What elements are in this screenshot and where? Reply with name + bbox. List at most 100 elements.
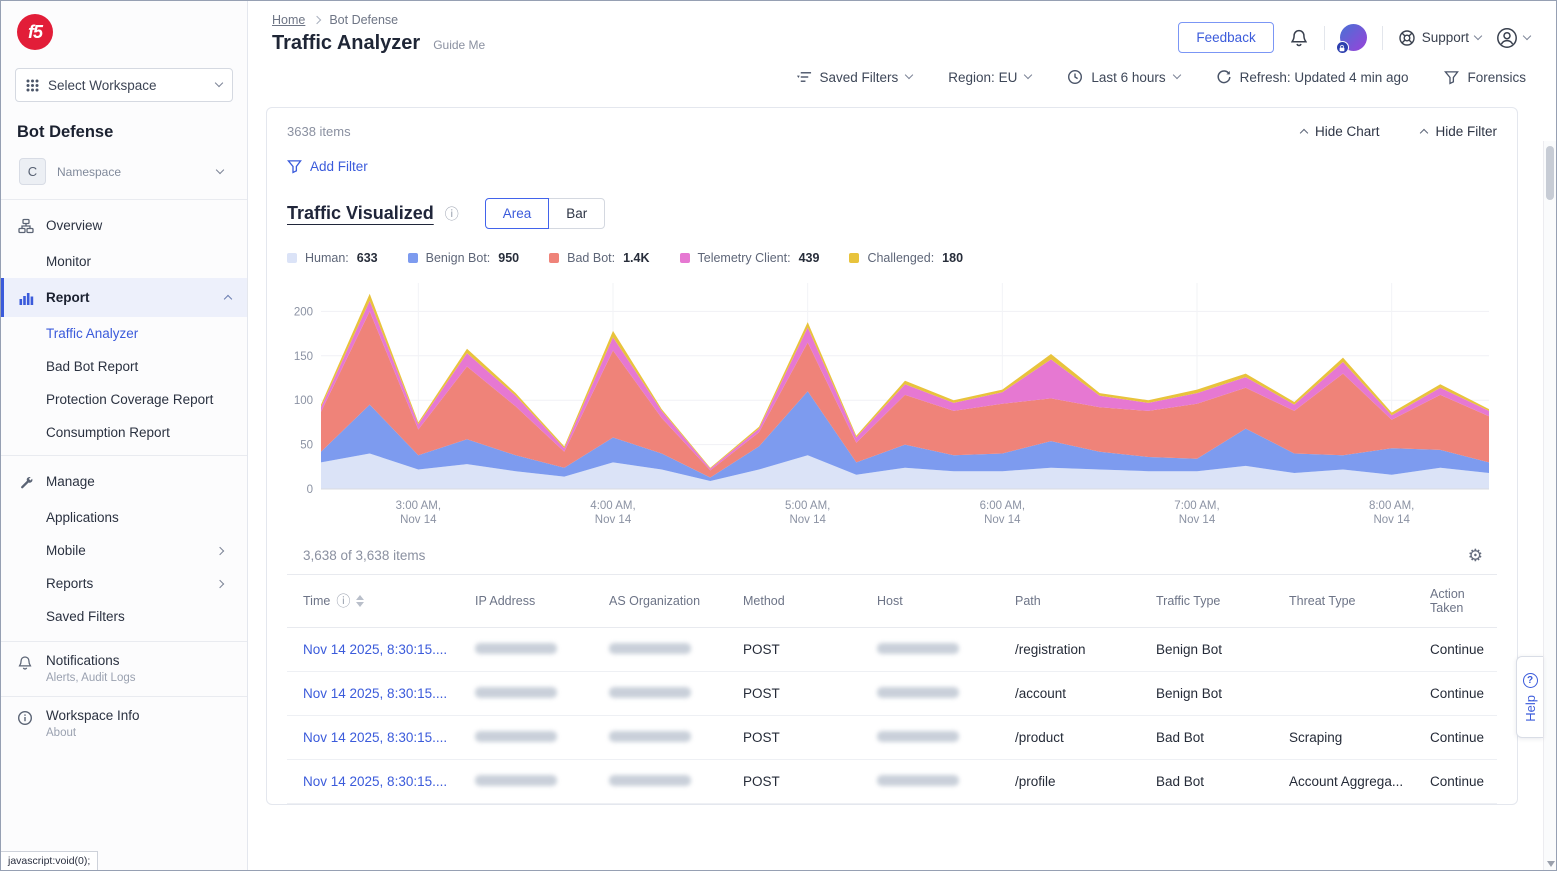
sidebar-item-mobile[interactable]: Mobile <box>1 534 247 567</box>
column-header-host[interactable]: Host <box>861 582 999 620</box>
cell-action-taken: Continue <box>1414 673 1504 714</box>
redacted-text <box>475 731 557 742</box>
help-tab[interactable]: ? Help <box>1516 656 1543 738</box>
time-link[interactable]: Nov 14 2025, 8:30:15.... <box>303 774 447 789</box>
feedback-button[interactable]: Feedback <box>1178 22 1273 53</box>
table-row[interactable]: Nov 14 2025, 8:30:15....POST/accountBeni… <box>287 672 1497 716</box>
region-dropdown[interactable]: Region: EU <box>948 70 1031 85</box>
info-icon[interactable]: ⓘ <box>445 207 459 221</box>
bar-view-button[interactable]: Bar <box>548 198 605 229</box>
column-header-method[interactable]: Method <box>727 582 861 620</box>
sort-icon[interactable] <box>356 595 364 607</box>
workspace-selector[interactable]: Select Workspace <box>15 68 233 102</box>
cell-action-taken: Continue <box>1414 761 1504 802</box>
workspace-selector-label: Select Workspace <box>48 78 157 93</box>
table-row[interactable]: Nov 14 2025, 8:30:15....POST/productBad … <box>287 716 1497 760</box>
cell-as-organization <box>593 629 727 670</box>
sidebar-item-reports[interactable]: Reports <box>1 567 247 600</box>
scroll-down-arrow[interactable] <box>1547 861 1555 867</box>
legend-label: Human: <box>305 251 349 265</box>
legend-item[interactable]: Human: 633 <box>287 251 378 265</box>
add-filter-button[interactable]: Add Filter <box>287 159 1497 174</box>
sidebar-item-bad-bot-report[interactable]: Bad Bot Report <box>1 350 247 383</box>
legend-item[interactable]: Telemetry Client: 439 <box>680 251 820 265</box>
cell-traffic-type: Bad Bot <box>1140 761 1273 802</box>
chevron-down-icon <box>1474 31 1482 39</box>
area-view-button[interactable]: Area <box>485 198 550 229</box>
sidebar-item-sublabel: About <box>46 727 140 739</box>
refresh-icon <box>1216 69 1232 85</box>
cell-method: POST <box>727 717 861 758</box>
notifications-bell-icon[interactable] <box>1289 28 1309 48</box>
redacted-text <box>609 775 691 786</box>
forensics-button[interactable]: Forensics <box>1444 70 1526 85</box>
redacted-text <box>609 687 691 698</box>
legend-item[interactable]: Benign Bot: 950 <box>408 251 520 265</box>
sidebar-item-label: Overview <box>46 218 102 233</box>
time-link[interactable]: Nov 14 2025, 8:30:15.... <box>303 730 447 745</box>
sidebar-item-label: Manage <box>46 474 95 489</box>
legend-item[interactable]: Bad Bot: 1.4K <box>549 251 649 265</box>
table-row[interactable]: Nov 14 2025, 8:30:15....POST/profileBad … <box>287 760 1497 804</box>
account-menu[interactable] <box>1496 27 1530 49</box>
sidebar-item-protection-coverage-report[interactable]: Protection Coverage Report <box>1 383 247 416</box>
svg-text:0: 0 <box>307 484 313 496</box>
saved-filters-dropdown[interactable]: Saved Filters <box>797 70 913 85</box>
sidebar-item-consumption-report[interactable]: Consumption Report <box>1 416 247 449</box>
funnel-icon <box>1444 70 1459 85</box>
sidebar-item-report[interactable]: Report <box>1 278 247 317</box>
scrollbar-thumb[interactable] <box>1546 146 1554 200</box>
legend-label: Telemetry Client: <box>698 251 791 265</box>
svg-text:150: 150 <box>294 351 313 363</box>
table-row[interactable]: Nov 14 2025, 8:30:15....POST/registratio… <box>287 628 1497 672</box>
info-icon[interactable]: ⓘ <box>336 594 350 608</box>
f5-logo[interactable]: f5 <box>17 14 53 50</box>
sidebar-item-monitor[interactable]: Monitor <box>1 245 247 278</box>
svg-text:Nov 14: Nov 14 <box>1373 514 1410 526</box>
hide-filter-toggle[interactable]: Hide Filter <box>1421 124 1497 139</box>
sidebar-item-notifications[interactable]: Notifications Alerts, Audit Logs <box>1 642 247 696</box>
chart-view-toggle: Area Bar <box>485 198 606 229</box>
sidebar-item-workspace-info[interactable]: Workspace Info About <box>1 697 247 751</box>
support-menu[interactable]: Support <box>1398 29 1481 47</box>
cell-traffic-type: Benign Bot <box>1140 629 1273 670</box>
column-header-time[interactable]: Timeⓘ <box>287 582 459 620</box>
column-header-path[interactable]: Path <box>999 582 1140 620</box>
chevron-down-icon <box>216 165 224 173</box>
sidebar-item-overview[interactable]: Overview <box>1 206 247 245</box>
chart-area: 0501001502003:00 AM,Nov 144:00 AM,Nov 14… <box>287 271 1497 533</box>
sidebar-item-saved-filters[interactable]: Saved Filters <box>1 600 247 633</box>
column-header-traffic-type[interactable]: Traffic Type <box>1140 582 1273 620</box>
product-title: Bot Defense <box>17 123 231 142</box>
refresh-button[interactable]: Refresh: Updated 4 min ago <box>1216 69 1409 85</box>
avatar[interactable] <box>1340 24 1367 51</box>
column-header-action-taken[interactable]: Action Taken <box>1414 575 1504 627</box>
sidebar-item-traffic-analyzer[interactable]: Traffic Analyzer <box>1 317 247 350</box>
divider <box>1 455 247 456</box>
namespace-selector[interactable]: C Namespace <box>9 150 239 199</box>
chevron-right-icon <box>216 546 224 554</box>
column-header-as-organization[interactable]: AS Organization <box>593 582 727 620</box>
breadcrumb-home-link[interactable]: Home <box>272 13 305 27</box>
gear-icon[interactable]: ⚙ <box>1468 547 1483 564</box>
time-range-dropdown[interactable]: Last 6 hours <box>1067 69 1179 85</box>
guide-me-link[interactable]: Guide Me <box>433 38 485 52</box>
cell-path: /product <box>999 717 1140 758</box>
cell-host <box>861 761 999 802</box>
legend-value: 439 <box>799 251 820 265</box>
legend-item[interactable]: Challenged: 180 <box>849 251 963 265</box>
svg-text:50: 50 <box>300 440 313 452</box>
cell-host <box>861 673 999 714</box>
column-header-ip-address[interactable]: IP Address <box>459 582 593 620</box>
cell-time: Nov 14 2025, 8:30:15.... <box>287 717 459 758</box>
divider <box>1382 26 1383 50</box>
hide-chart-toggle[interactable]: Hide Chart <box>1301 124 1380 139</box>
sidebar-item-label: Workspace Info <box>46 708 140 723</box>
vertical-scrollbar[interactable] <box>1543 141 1556 870</box>
time-link[interactable]: Nov 14 2025, 8:30:15.... <box>303 642 447 657</box>
sidebar-item-manage[interactable]: Manage <box>1 462 247 501</box>
column-header-threat-type[interactable]: Threat Type <box>1273 582 1414 620</box>
legend-swatch <box>849 253 859 263</box>
sidebar-item-applications[interactable]: Applications <box>1 501 247 534</box>
time-link[interactable]: Nov 14 2025, 8:30:15.... <box>303 686 447 701</box>
